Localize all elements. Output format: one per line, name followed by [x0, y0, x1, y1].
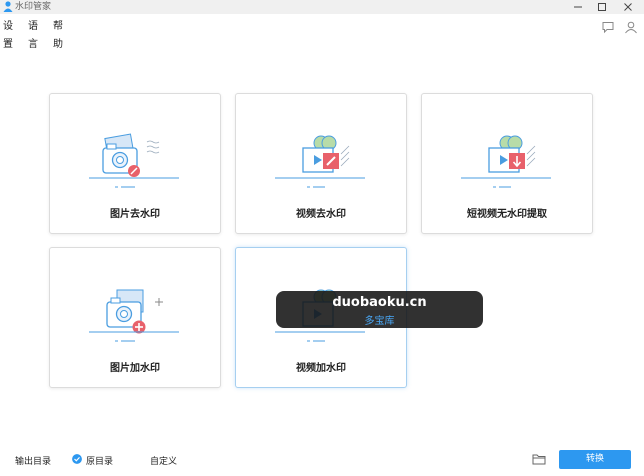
app-title: 水印管家	[15, 2, 52, 12]
maximize-button[interactable]	[590, 0, 614, 14]
watermark-brand: 多宝库	[364, 316, 395, 327]
card-label: 图片加水印	[110, 363, 160, 374]
watermark-overlay: duobaoku.cn 多宝库	[276, 291, 483, 328]
convert-button[interactable]: 转换	[559, 450, 631, 469]
card-image-add-watermark[interactable]: 图片加水印	[49, 247, 221, 388]
card-label: 短视频无水印提取	[467, 209, 547, 220]
card-image-remove-watermark[interactable]: 图片去水印	[49, 93, 221, 234]
option-custom-label[interactable]: 自定义	[150, 454, 177, 467]
card-label: 视频加水印	[296, 363, 346, 374]
minimize-icon	[574, 6, 582, 8]
option-original-label[interactable]: 原目录	[86, 454, 113, 467]
card-video-remove-watermark[interactable]: 视频去水印	[235, 93, 407, 234]
user-icon[interactable]	[624, 20, 638, 34]
watermark-domain: duobaoku.cn	[332, 295, 427, 310]
menu-help[interactable]: 帮助	[53, 18, 63, 54]
close-button[interactable]	[616, 0, 640, 14]
output-dir-label: 输出目录	[15, 457, 52, 467]
video-download-icon	[461, 135, 551, 188]
card-label: 视频去水印	[296, 209, 346, 220]
video-remove-icon	[275, 135, 365, 188]
maximize-icon	[598, 3, 606, 11]
image-add-icon	[89, 289, 179, 342]
radio-original-checked[interactable]	[72, 454, 82, 464]
folder-icon[interactable]	[532, 453, 546, 465]
menu-language[interactable]: 语言	[28, 18, 38, 54]
card-short-video-extract[interactable]: 短视频无水印提取	[421, 93, 593, 234]
bottom-bar: 输出目录 原目录 自定义	[0, 450, 644, 470]
card-label: 图片去水印	[110, 209, 160, 220]
minimize-button[interactable]	[566, 0, 590, 14]
chat-icon[interactable]	[601, 20, 615, 34]
title-bar: 水印管家	[0, 0, 644, 14]
close-icon	[624, 3, 632, 11]
app-logo-icon	[3, 1, 13, 12]
menu-settings[interactable]: 设置	[3, 18, 13, 54]
radio-custom[interactable]	[136, 454, 146, 464]
image-remove-icon	[89, 133, 179, 188]
